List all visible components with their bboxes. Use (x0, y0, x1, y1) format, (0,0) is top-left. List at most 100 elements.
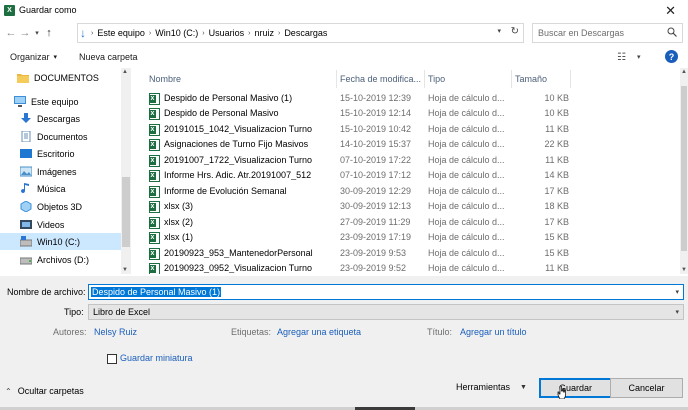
file-row[interactable]: 20191007_1722_Visualizacion Turno 07-10-… (145, 154, 665, 169)
file-row[interactable]: Asignaciones de Turno Fijo Masivos 14-10… (145, 138, 665, 153)
save-options-panel: Nombre de archivo: Despido de Personal M… (0, 276, 688, 410)
forward-arrow-icon[interactable]: → (18, 27, 32, 39)
scroll-up-icon[interactable]: ▲ (122, 69, 128, 75)
view-options-icon[interactable]: ☷ (617, 52, 626, 63)
scroll-down-icon[interactable]: ▼ (122, 267, 128, 273)
nav-item-imagenes[interactable]: Imágenes (0, 163, 121, 180)
filename-field[interactable]: Despido de Personal Masivo (1) ▾ (88, 284, 684, 300)
search-box[interactable] (532, 23, 683, 43)
column-divider[interactable] (424, 70, 425, 88)
add-title-link[interactable]: Agregar un título (460, 327, 527, 337)
chevron-down-icon[interactable]: ▾ (675, 288, 679, 296)
file-row[interactable]: 20190923_953_MantenedorPersonal 23-09-20… (145, 247, 665, 262)
chevron-down-icon: ▾ (53, 54, 58, 61)
excel-file-icon (149, 248, 160, 260)
search-icon[interactable] (667, 27, 677, 37)
column-header-name[interactable]: Nombre (149, 71, 181, 87)
file-date: 23-09-2019 9:53 (340, 248, 407, 258)
save-thumbnail-checkbox[interactable] (107, 354, 117, 364)
breadcrumb-nruiz[interactable]: nruiz (254, 28, 274, 38)
file-type: Hoja de cálculo d... (428, 139, 505, 149)
file-list-scrollbar[interactable]: ▲ ▼ (680, 68, 688, 274)
scrollbar-thumb[interactable] (122, 177, 130, 247)
breadcrumb-este-equipo[interactable]: Este equipo (97, 28, 145, 38)
objects3d-icon (20, 201, 32, 212)
refresh-icon[interactable]: ↻ (511, 26, 519, 37)
file-date: 07-10-2019 17:22 (340, 155, 412, 165)
file-type: Hoja de cálculo d... (428, 217, 505, 227)
file-row[interactable]: Despido de Personal Masivo (1) 15-10-201… (145, 92, 665, 107)
nav-scrollbar[interactable]: ▲ ▼ (121, 68, 131, 274)
nav-item-label: Escritorio (37, 148, 75, 159)
nav-item-documentos-folder[interactable]: DOCUMENTOS (0, 69, 121, 86)
chevron-down-icon[interactable]: ▼ (520, 384, 527, 391)
column-divider[interactable] (511, 70, 512, 88)
column-header-date[interactable]: Fecha de modifica... (340, 71, 422, 87)
column-divider[interactable] (336, 70, 337, 88)
column-header-size[interactable]: Tamaño (515, 71, 547, 87)
address-bar[interactable]: ↓ › Este equipo › Win10 (C:) › Usuarios … (77, 23, 524, 43)
close-icon[interactable]: ✕ (665, 3, 676, 19)
computer-icon (14, 96, 26, 107)
column-divider[interactable] (570, 70, 571, 88)
nav-item-descargas[interactable]: Descargas (0, 110, 121, 127)
file-type-select[interactable]: Libro de Excel ▾ (88, 304, 684, 320)
file-list: Nombre Fecha de modifica... ^ Tipo Tamañ… (140, 68, 680, 274)
file-date: 07-10-2019 17:12 (340, 170, 412, 180)
scroll-down-icon[interactable]: ▼ (681, 267, 687, 273)
save-button[interactable]: Guardar (539, 378, 612, 398)
column-header-type[interactable]: Tipo (428, 71, 445, 87)
chevron-right-icon[interactable]: › (248, 30, 250, 37)
file-row[interactable]: xlsx (2) 27-09-2019 11:29 Hoja de cálcul… (145, 216, 665, 231)
nav-item-documentos[interactable]: Documentos (0, 128, 121, 145)
help-icon[interactable]: ? (665, 50, 678, 63)
file-row[interactable]: 20191015_1042_Visualizacion Turno 15-10-… (145, 123, 665, 138)
chevron-right-icon[interactable]: › (91, 30, 93, 37)
file-date: 30-09-2019 12:13 (340, 201, 412, 211)
chevron-down-icon[interactable]: ▾ (497, 27, 501, 35)
authors-value[interactable]: Nelsy Ruiz (94, 327, 137, 337)
organize-button[interactable]: Organizar ▾ (10, 52, 57, 62)
up-arrow-icon[interactable]: ↑ (42, 27, 56, 39)
file-size: 17 KB (544, 186, 569, 196)
file-type-value: Libro de Excel (93, 307, 151, 317)
scroll-up-icon[interactable]: ▲ (681, 69, 687, 75)
breadcrumb-win10[interactable]: Win10 (C:) (155, 28, 198, 38)
hide-folders-button[interactable]: ⌃ Ocultar carpetas (5, 386, 84, 396)
tools-button[interactable]: Herramientas (456, 382, 510, 392)
hide-folders-label: Ocultar carpetas (17, 386, 84, 396)
cancel-button[interactable]: Cancelar (610, 378, 683, 398)
chevron-right-icon[interactable]: › (278, 30, 280, 37)
file-row[interactable]: 20190923_0952_Visualizacion Turno 23-09-… (145, 262, 665, 274)
nav-item-archivos-d[interactable]: Archivos (D:) (0, 251, 121, 268)
search-input[interactable] (538, 28, 663, 38)
back-arrow-icon[interactable]: ← (4, 27, 18, 39)
file-row[interactable]: xlsx (1) 23-09-2019 17:19 Hoja de cálcul… (145, 231, 665, 246)
chevron-down-icon[interactable]: ▾ (637, 53, 641, 61)
nav-item-musica[interactable]: Música (0, 180, 121, 197)
nav-item-videos[interactable]: Videos (0, 216, 121, 233)
file-row[interactable]: xlsx (3) 30-09-2019 12:13 Hoja de cálcul… (145, 200, 665, 215)
nav-item-este-equipo[interactable]: Este equipo (0, 93, 121, 110)
scrollbar-thumb[interactable] (681, 86, 687, 251)
breadcrumb-descargas[interactable]: Descargas (284, 28, 327, 38)
file-type: Hoja de cálculo d... (428, 93, 505, 103)
address-row: ← → ▾ ↑ ↓ › Este equipo › Win10 (C:) › U… (0, 22, 688, 44)
breadcrumb-usuarios[interactable]: Usuarios (209, 28, 245, 38)
file-row[interactable]: Informe de Evolución Semanal 30-09-2019 … (145, 185, 665, 200)
filename-value[interactable]: Despido de Personal Masivo (1) (91, 287, 222, 297)
nav-item-escritorio[interactable]: Escritorio (0, 145, 121, 162)
pictures-icon (20, 166, 32, 177)
file-row[interactable]: Informe Hrs. Adic. Atr.20191007_512 07-1… (145, 169, 665, 184)
chevron-down-icon[interactable]: ▾ (675, 308, 679, 316)
new-folder-button[interactable]: Nueva carpeta (79, 52, 138, 62)
add-tag-link[interactable]: Agregar una etiqueta (277, 327, 361, 337)
file-type: Hoja de cálculo d... (428, 186, 505, 196)
save-thumbnail-label[interactable]: Guardar miniatura (120, 353, 193, 363)
chevron-right-icon[interactable]: › (149, 30, 151, 37)
nav-item-win10-c[interactable]: Win10 (C:) (0, 233, 121, 250)
file-row[interactable]: Despido de Personal Masivo 15-10-2019 12… (145, 107, 665, 122)
recent-locations-chevron-icon[interactable]: ▾ (32, 29, 42, 37)
chevron-right-icon[interactable]: › (202, 30, 204, 37)
nav-item-objetos-3d[interactable]: Objetos 3D (0, 198, 121, 215)
